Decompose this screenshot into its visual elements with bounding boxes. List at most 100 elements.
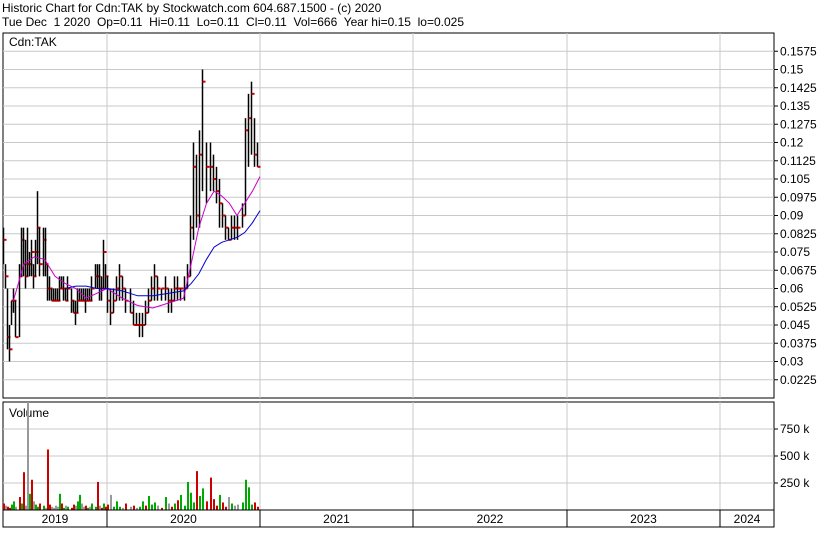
price-tick-label: 0.1425 bbox=[780, 81, 817, 95]
volume-bar bbox=[73, 504, 75, 510]
volume-bar bbox=[210, 477, 212, 510]
volume-bar bbox=[59, 493, 61, 510]
volume-bar bbox=[3, 503, 5, 510]
volume-bar bbox=[184, 505, 186, 510]
volume-bar bbox=[125, 503, 127, 510]
volume-bar bbox=[116, 501, 118, 510]
volume-bar bbox=[180, 494, 182, 510]
volume-bar bbox=[196, 471, 198, 510]
price-tick-label: 0.0975 bbox=[780, 190, 817, 204]
volume-bar bbox=[216, 505, 218, 510]
volume-bar bbox=[77, 501, 79, 510]
price-tick-label: 0.1125 bbox=[780, 154, 816, 168]
volume-bar bbox=[11, 504, 13, 510]
volume-bar bbox=[65, 505, 67, 510]
volume-bar bbox=[43, 505, 45, 510]
volume-bar bbox=[222, 502, 224, 510]
price-tick-label: 0.0525 bbox=[780, 300, 817, 314]
volume-bar bbox=[254, 502, 256, 510]
price-tick-label: 0.03 bbox=[780, 355, 804, 369]
volume-bar bbox=[97, 481, 99, 510]
year-label: 2020 bbox=[170, 512, 197, 526]
x-axis: 2019 2020 2021 2022 2023 2024 bbox=[2, 509, 775, 528]
volume-bar bbox=[35, 504, 37, 510]
volume-bar bbox=[79, 494, 81, 510]
price-tick-label: 0.1275 bbox=[780, 117, 817, 131]
volume-bar bbox=[251, 504, 253, 510]
volume-tick-label: 250 k bbox=[780, 476, 810, 490]
year-label: 2022 bbox=[477, 512, 504, 526]
volume-bar bbox=[49, 504, 51, 510]
volume-bar bbox=[219, 494, 221, 510]
volume-bar bbox=[193, 502, 195, 510]
volume-bar bbox=[27, 402, 29, 510]
price-tick-label: 0.0375 bbox=[780, 336, 817, 350]
volume-bar bbox=[31, 479, 33, 510]
price-tick-label: 0.12 bbox=[780, 136, 804, 150]
stock-chart: Cdn:TAK 0.1575 0.15 0.1425 0.135 0.1275 0.12 0.… bbox=[2, 32, 817, 528]
volume-bar bbox=[81, 503, 83, 510]
volume-bar bbox=[133, 505, 135, 510]
volume-bar bbox=[148, 495, 150, 510]
volume-bar bbox=[206, 501, 208, 510]
volume-bar bbox=[145, 505, 147, 510]
volume-bar bbox=[91, 503, 93, 510]
price-tick-label: 0.06 bbox=[780, 282, 804, 296]
volume-bar bbox=[110, 494, 112, 510]
price-tick-label: 0.09 bbox=[780, 209, 804, 223]
volume-bar bbox=[202, 488, 204, 510]
volume-bar bbox=[47, 449, 49, 510]
volume-bar bbox=[103, 503, 105, 510]
price-tick-label: 0.1575 bbox=[780, 44, 817, 58]
volume-bar bbox=[199, 495, 201, 510]
volume-bar bbox=[213, 499, 215, 510]
volume-bar bbox=[142, 501, 144, 510]
price-tick-label: 0.075 bbox=[780, 245, 810, 259]
volume-bar bbox=[85, 505, 87, 510]
volume-bar bbox=[151, 504, 153, 510]
price-tick-label: 0.045 bbox=[780, 318, 810, 332]
volume-bar bbox=[231, 503, 233, 510]
year-label: 2021 bbox=[323, 512, 350, 526]
volume-bar bbox=[154, 502, 156, 510]
year-axis-frame bbox=[2, 509, 775, 528]
volume-bar bbox=[23, 472, 25, 510]
volume-bar bbox=[174, 503, 176, 510]
year-label: 2019 bbox=[42, 512, 69, 526]
volume-tick-label: 500 k bbox=[780, 449, 810, 463]
volume-bar bbox=[39, 503, 41, 510]
price-tick-label: 0.15 bbox=[780, 63, 804, 77]
volume-bar bbox=[187, 481, 189, 510]
volume-bar bbox=[55, 505, 57, 510]
volume-bar bbox=[99, 505, 101, 510]
year-label: 2023 bbox=[630, 512, 657, 526]
volume-bar bbox=[19, 497, 21, 510]
volume-panel: Volume 750 k 500 k 250 k bbox=[2, 401, 810, 511]
volume-bar bbox=[29, 493, 31, 510]
volume-bar bbox=[21, 503, 23, 510]
price-tick-label: 0.0225 bbox=[780, 373, 817, 387]
volume-bar bbox=[177, 500, 179, 510]
volume-bar bbox=[168, 503, 170, 510]
volume-bar bbox=[237, 504, 239, 510]
volume-bar bbox=[13, 501, 15, 510]
volume-bar bbox=[242, 502, 244, 510]
volume-bar bbox=[245, 479, 247, 510]
volume-bar bbox=[33, 501, 35, 510]
volume-bar bbox=[234, 505, 236, 510]
volume-bar bbox=[5, 505, 7, 510]
price-tick-label: 0.135 bbox=[780, 99, 810, 113]
price-tick-label: 0.105 bbox=[780, 172, 810, 186]
year-label: 2024 bbox=[734, 512, 761, 526]
volume-tick-label: 750 k bbox=[780, 422, 810, 436]
volume-bar bbox=[248, 487, 250, 510]
volume-bar bbox=[61, 503, 63, 510]
price-panel: Cdn:TAK 0.1575 0.15 0.1425 0.135 0.1275 0.12 0.… bbox=[2, 32, 817, 399]
volume-panel-label: Volume bbox=[9, 406, 49, 420]
price-tick-label: 0.0675 bbox=[780, 263, 817, 277]
volume-bar bbox=[75, 505, 77, 510]
volume-bar bbox=[107, 504, 109, 510]
volume-bar bbox=[190, 492, 192, 510]
volume-bar bbox=[157, 505, 159, 510]
price-panel-label: Cdn:TAK bbox=[9, 35, 57, 49]
